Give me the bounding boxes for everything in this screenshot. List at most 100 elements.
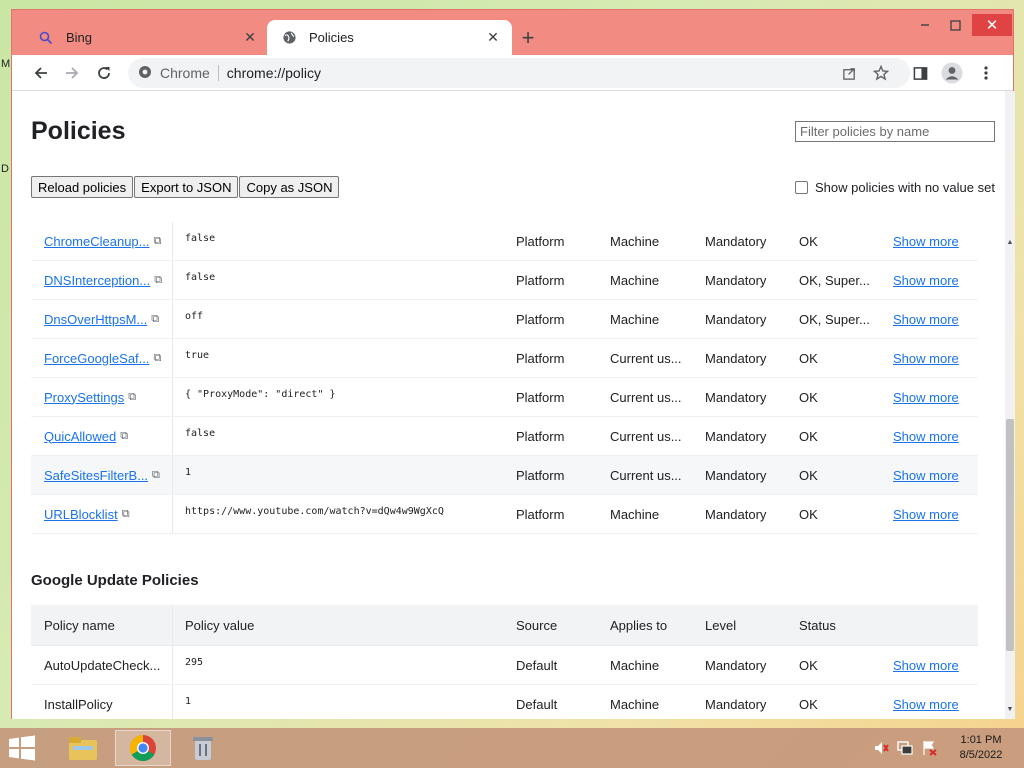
show-more-link[interactable]: Show more	[893, 507, 959, 522]
policy-source: Platform	[516, 273, 610, 288]
new-tab-button[interactable]: +	[516, 26, 540, 50]
policy-level: Mandatory	[705, 697, 799, 712]
bookmark-star-icon[interactable]	[868, 60, 894, 86]
site-label: Chrome	[160, 65, 210, 81]
show-more-link[interactable]: Show more	[893, 468, 959, 483]
address-bar[interactable]: Chrome chrome://policy	[128, 58, 910, 88]
copy-json-button[interactable]: Copy as JSON	[239, 176, 339, 198]
policy-value: 1	[173, 467, 516, 478]
policy-value: off	[173, 311, 516, 322]
network-icon[interactable]	[897, 740, 913, 759]
policy-name-link[interactable]: ProxySettings	[44, 390, 124, 405]
close-tab-icon[interactable]: ✕	[484, 29, 502, 47]
show-more-link[interactable]: Show more	[893, 390, 959, 405]
header-level: Level	[705, 618, 799, 633]
share-icon[interactable]	[836, 60, 862, 86]
show-more-link[interactable]: Show more	[893, 351, 959, 366]
external-link-icon[interactable]: ⧉	[154, 235, 162, 248]
external-link-icon[interactable]: ⧉	[154, 352, 162, 365]
external-link-icon[interactable]: ⧉	[122, 508, 130, 521]
policy-name-link[interactable]: URLBlocklist	[44, 507, 118, 522]
window-close-button[interactable]: ✕	[972, 14, 1012, 36]
volume-muted-icon[interactable]	[873, 740, 889, 759]
external-link-icon[interactable]: ⧉	[151, 313, 159, 326]
tab-policies[interactable]: Policies ✕	[267, 20, 512, 55]
policy-level: Mandatory	[705, 234, 799, 249]
reload-policies-button[interactable]: Reload policies	[31, 176, 133, 198]
url-text[interactable]: chrome://policy	[227, 65, 321, 81]
no-value-label: Show policies with no value set	[815, 180, 995, 195]
table-row: AutoUpdateCheck... 295 Default Machine M…	[31, 646, 978, 685]
policy-source: Platform	[516, 429, 610, 444]
table-row: DNSInterception...⧉ false Platform Machi…	[31, 261, 978, 300]
policy-name-link[interactable]: DNSInterception...	[44, 273, 150, 288]
policy-name-link[interactable]: ForceGoogleSaf...	[44, 351, 150, 366]
profile-avatar-icon[interactable]	[939, 60, 965, 86]
policy-applies-to: Machine	[610, 507, 705, 522]
policy-value: 1	[173, 696, 516, 707]
header-applies-to: Applies to	[610, 618, 705, 633]
tab-bing[interactable]: Bing ✕	[24, 20, 269, 55]
policy-source: Platform	[516, 351, 610, 366]
external-link-icon[interactable]: ⧉	[120, 430, 128, 443]
show-more-link[interactable]: Show more	[893, 697, 959, 712]
policy-level: Mandatory	[705, 351, 799, 366]
export-json-button[interactable]: Export to JSON	[134, 176, 238, 198]
policy-value: false	[173, 272, 516, 283]
scroll-up-icon[interactable]: ▲	[1005, 236, 1015, 248]
minimize-icon[interactable]	[910, 14, 940, 36]
scrollbar-thumb[interactable]	[1006, 419, 1014, 651]
policy-name: AutoUpdateCheck...	[31, 646, 173, 684]
filter-policies-input[interactable]	[795, 121, 995, 142]
vertical-scrollbar[interactable]: ▲ ▼	[1005, 91, 1015, 719]
show-more-link[interactable]: Show more	[893, 234, 959, 249]
policy-source: Platform	[516, 468, 610, 483]
show-no-value-toggle[interactable]: Show policies with no value set	[795, 180, 995, 195]
show-more-link[interactable]: Show more	[893, 658, 959, 673]
show-more-link[interactable]: Show more	[893, 312, 959, 327]
clock-time: 1:01 PM	[948, 733, 1014, 748]
policy-name-link[interactable]: QuicAllowed	[44, 429, 116, 444]
google-update-table: Policy name Policy value Source Applies …	[31, 605, 978, 719]
policy-name-link[interactable]: SafeSitesFilterB...	[44, 468, 148, 483]
taskbar: 1:01 PM 8/5/2022	[0, 728, 1024, 768]
show-more-link[interactable]: Show more	[893, 273, 959, 288]
table-row: InstallPolicy 1 Default Machine Mandator…	[31, 685, 978, 719]
external-link-icon[interactable]: ⧉	[128, 391, 136, 404]
table-row: ForceGoogleSaf...⧉ true Platform Current…	[31, 339, 978, 378]
policy-source: Platform	[516, 312, 610, 327]
kebab-menu-icon[interactable]	[973, 60, 999, 86]
policy-applies-to: Machine	[610, 234, 705, 249]
chrome-site-icon	[138, 65, 152, 82]
maximize-icon[interactable]	[940, 14, 970, 36]
forward-arrow-icon[interactable]	[59, 60, 85, 86]
no-value-checkbox[interactable]	[795, 181, 808, 194]
policy-name-link[interactable]: ChromeCleanup...	[44, 234, 150, 249]
policy-level: Mandatory	[705, 658, 799, 673]
reload-icon[interactable]	[91, 60, 117, 86]
external-link-icon[interactable]: ⧉	[152, 469, 160, 482]
policy-status: OK	[799, 697, 893, 712]
side-panel-icon[interactable]	[907, 60, 933, 86]
action-center-flag-icon[interactable]	[921, 740, 937, 759]
policy-value: https://www.youtube.com/watch?v=dQw4w9Wg…	[173, 506, 516, 517]
chrome-taskbar-icon[interactable]	[115, 730, 171, 766]
file-explorer-icon[interactable]	[55, 730, 111, 766]
policy-applies-to: Machine	[610, 658, 705, 673]
policy-name-link[interactable]: DnsOverHttpsM...	[44, 312, 147, 327]
policy-value: false	[173, 233, 516, 244]
table-row: QuicAllowed⧉ false Platform Current us..…	[31, 417, 978, 456]
recycle-tool-icon[interactable]	[175, 730, 231, 766]
policy-source: Default	[516, 658, 610, 673]
policy-status: OK	[799, 390, 893, 405]
close-tab-icon[interactable]: ✕	[241, 29, 259, 47]
external-link-icon[interactable]: ⧉	[154, 274, 162, 287]
action-buttons: Reload policies Export to JSON Copy as J…	[31, 176, 339, 198]
policy-status: OK, Super...	[799, 273, 893, 288]
scroll-down-icon[interactable]: ▼	[1005, 703, 1015, 715]
policy-applies-to: Current us...	[610, 390, 705, 405]
back-arrow-icon[interactable]	[28, 60, 54, 86]
windows-start-icon[interactable]	[8, 735, 38, 761]
show-more-link[interactable]: Show more	[893, 429, 959, 444]
taskbar-clock[interactable]: 1:01 PM 8/5/2022	[948, 733, 1014, 763]
